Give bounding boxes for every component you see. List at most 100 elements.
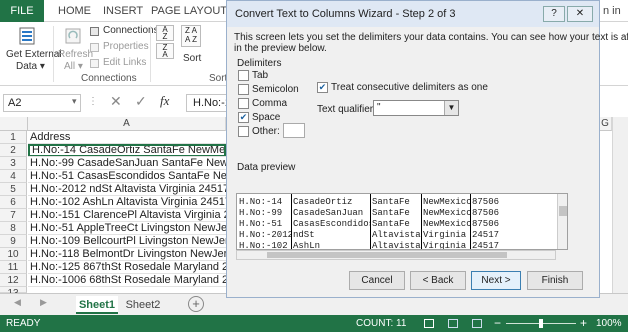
get-external-data-button[interactable]: Get External Data ▾ [6, 24, 62, 80]
gridline [28, 208, 226, 209]
dialog-description-line1: This screen lets you set the delimiters … [234, 32, 628, 43]
preview-cell: Altavista [372, 230, 421, 240]
refresh-label: Refresh [58, 49, 94, 60]
refresh-sublabel: All ▾ [64, 61, 83, 72]
finish-button[interactable]: Finish [527, 271, 583, 290]
sheet-tab-sheet1[interactable]: Sheet1 [76, 296, 118, 314]
sheet-tab-sheet2[interactable]: Sheet2 [122, 296, 164, 314]
preview-scroll-thumb[interactable] [559, 206, 567, 216]
other-checkbox-label: Other: [252, 126, 280, 137]
preview-cell: 24517 [472, 241, 500, 250]
zoom-out-icon[interactable]: − [494, 316, 501, 330]
gridline [28, 156, 226, 157]
row-header[interactable]: 5 [0, 183, 27, 196]
row-header[interactable]: 2 [0, 144, 27, 157]
preview-cell: 87506 [472, 197, 500, 207]
scroll-left-icon[interactable]: ◀ [14, 297, 21, 308]
gridline [28, 247, 226, 248]
text-qualifier-label: Text qualifier: [317, 104, 376, 115]
checkmark-icon[interactable]: ✔ [317, 82, 328, 93]
page-break-view-icon[interactable] [472, 319, 482, 328]
preview-cell: AshLn [293, 241, 321, 250]
gridline [28, 286, 226, 287]
tab-insert[interactable]: INSERT [103, 0, 143, 22]
preview-cell: H.No:-99 [239, 208, 283, 218]
preview-horizontal-scrollbar[interactable] [236, 250, 556, 260]
sort-group-label: Sort [209, 73, 228, 84]
next-button[interactable]: Next > [471, 271, 521, 290]
chevron-down-icon[interactable]: ▼ [444, 101, 458, 115]
chevron-down-icon[interactable]: ▾ [72, 96, 77, 107]
row-header[interactable]: 4 [0, 170, 27, 183]
get-external-data-sublabel: Data ▾ [16, 61, 45, 72]
tab-file[interactable]: FILE [0, 0, 44, 22]
text-qualifier-select[interactable]: " ▼ [373, 100, 459, 116]
row-header[interactable]: 8 [0, 222, 27, 235]
gridline [28, 234, 226, 235]
close-button[interactable]: ✕ [567, 6, 593, 22]
preview-cell: H.No:-102 [239, 241, 288, 250]
back-button[interactable]: < Back [410, 271, 466, 290]
checkmark-icon[interactable]: ✔ [238, 112, 249, 123]
zoom-in-icon[interactable]: + [580, 316, 587, 330]
status-ready: READY [6, 318, 41, 329]
row-header[interactable]: 12 [0, 274, 27, 287]
sign-in-link[interactable]: n in [603, 0, 621, 22]
other-delimiter-input[interactable] [283, 123, 305, 138]
formula-input[interactable]: H.No:-1 [186, 94, 228, 112]
other-checkbox-box[interactable] [238, 126, 249, 137]
vertical-scrollbar[interactable] [612, 117, 628, 293]
scroll-right-icon[interactable]: ▶ [40, 297, 47, 308]
column-header-a[interactable]: A [28, 117, 226, 131]
row-header[interactable]: 3 [0, 157, 27, 170]
preview-hscroll-thumb[interactable] [267, 252, 507, 258]
preview-cell: 87506 [472, 219, 500, 229]
tab-home[interactable]: HOME [58, 0, 91, 22]
row-header[interactable]: 7 [0, 209, 27, 222]
row-header[interactable]: 6 [0, 196, 27, 209]
zoom-slider-thumb[interactable] [539, 319, 543, 328]
space-checkbox-label: Space [252, 112, 281, 123]
page-layout-view-icon[interactable] [448, 319, 458, 328]
add-sheet-icon[interactable]: + [188, 296, 204, 312]
preview-cell: SantaFe [372, 197, 410, 207]
tab-checkbox-box[interactable] [238, 70, 249, 81]
semicolon-checkbox-box[interactable] [238, 84, 249, 95]
preview-cell: 24517 [472, 230, 500, 240]
preview-cell: ndSt [293, 230, 315, 240]
status-count: COUNT: 11 [356, 318, 407, 329]
cancel-button[interactable]: Cancel [349, 271, 405, 290]
ribbon-divider [53, 26, 54, 82]
data-preview-grid[interactable]: H.No:-14 CasadeOrtiz SantaFe NewMexico 8… [236, 193, 568, 250]
edit-links-label: Edit Links [103, 57, 147, 68]
row-header[interactable]: 9 [0, 235, 27, 248]
tab-page-layout[interactable]: PAGE LAYOUT [151, 0, 227, 22]
row-header[interactable]: 1 [0, 131, 27, 144]
gridline [28, 221, 226, 222]
normal-view-icon[interactable] [424, 319, 434, 328]
refresh-all-button[interactable]: Refresh All ▾ [56, 24, 94, 80]
properties-label: Properties [103, 41, 149, 52]
preview-vertical-scrollbar[interactable] [557, 194, 567, 249]
confirm-entry-icon[interactable]: ✓ [135, 93, 147, 110]
sort-za-icon[interactable]: ZA [156, 43, 174, 59]
select-all-corner[interactable] [0, 117, 28, 131]
column-header-g[interactable]: G [598, 117, 612, 131]
help-button[interactable]: ? [543, 6, 565, 22]
tab-checkbox-label: Tab [252, 70, 269, 81]
sort-button[interactable]: Z AA Z Sort [178, 25, 204, 69]
name-box[interactable]: A2 [3, 94, 81, 112]
row-header[interactable]: 10 [0, 248, 27, 261]
row-header[interactable]: 11 [0, 261, 27, 274]
comma-checkbox-label: Comma [252, 98, 288, 109]
gridline [28, 273, 226, 274]
gridline [28, 195, 226, 196]
cancel-entry-icon[interactable]: ✕ [110, 93, 122, 110]
insert-function-icon[interactable]: fx [160, 93, 169, 109]
data-preview-label: Data preview [237, 162, 296, 173]
sort-label: Sort [183, 53, 202, 64]
comma-checkbox-box[interactable] [238, 98, 249, 109]
semicolon-checkbox-label: Semicolon [252, 84, 299, 95]
preview-cell: Altavista [372, 241, 421, 250]
sort-az-icon[interactable]: AZ [156, 25, 174, 41]
